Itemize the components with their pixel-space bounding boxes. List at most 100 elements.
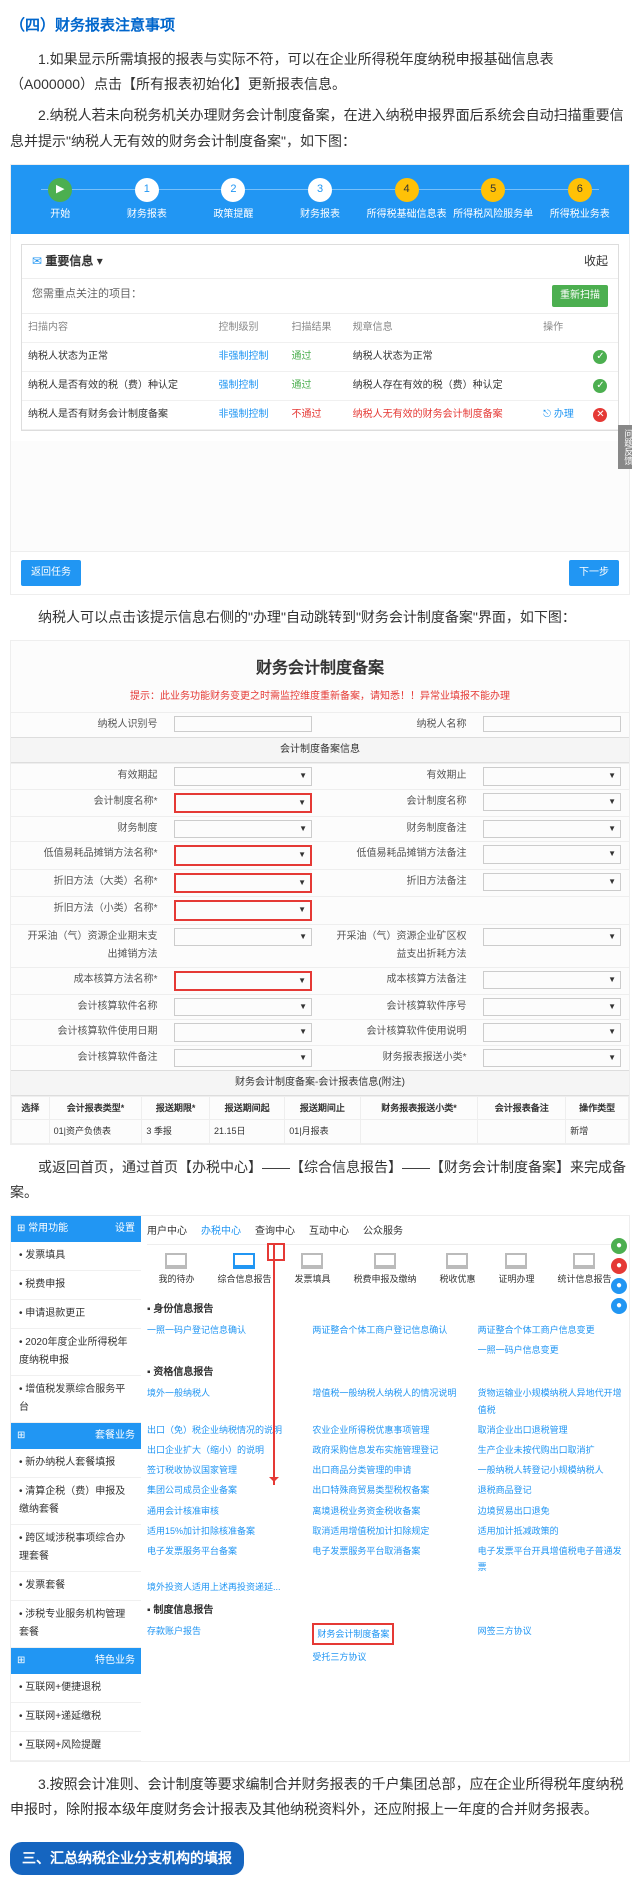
f2-select[interactable]: ▼ — [174, 820, 313, 838]
tab-interact[interactable]: 互动中心 — [309, 1223, 349, 1241]
feedback-tab[interactable]: 问题反馈 — [618, 425, 632, 469]
sidebar-item[interactable]: 申请退款更正 — [11, 1300, 141, 1329]
f2-select[interactable]: ▼ — [174, 873, 313, 893]
link-item[interactable]: 一照一码户登记信息确认 — [147, 1322, 292, 1338]
link-item[interactable]: 两证整合个体工商户登记信息确认 — [312, 1322, 457, 1338]
link-item[interactable]: 出口企业扩大（缩小）的说明 — [147, 1442, 292, 1458]
link-item[interactable]: 电子发票平台开具增值税电子普通发票 — [478, 1543, 623, 1575]
sidebar-item[interactable]: 跨区域涉税事项综合办理套餐 — [11, 1525, 141, 1572]
link-item[interactable] — [147, 1649, 292, 1665]
sidebar-item[interactable]: 发票套餐 — [11, 1572, 141, 1601]
sidebar-item[interactable]: 发票填具 — [11, 1242, 141, 1271]
f2-select[interactable]: ▼ — [483, 971, 622, 989]
f2-select[interactable]: ▼ — [483, 873, 622, 891]
sidebar-item[interactable]: 新办纳税人套餐填报 — [11, 1449, 141, 1478]
float-icon[interactable]: ● — [611, 1238, 627, 1254]
link-item-highlighted[interactable]: 财务会计制度备案 — [312, 1623, 457, 1645]
link-item[interactable]: 取消企业出口退税管理 — [478, 1422, 623, 1438]
link-item[interactable]: 出口商品分类管理的申请 — [312, 1462, 457, 1478]
link-item[interactable]: 通用会计核准审核 — [147, 1503, 292, 1519]
category-icon[interactable]: 税费申报及缴纳 — [353, 1253, 416, 1287]
sidebar-item[interactable]: 税费申报 — [11, 1271, 141, 1300]
sidebar-item[interactable]: 互联网+便捷退税 — [11, 1674, 141, 1703]
link-item[interactable]: 电子发票服务平台备案 — [147, 1543, 292, 1575]
float-icon[interactable]: ● — [611, 1278, 627, 1294]
link-item[interactable]: 受托三方协议 — [312, 1649, 457, 1665]
link-item[interactable]: 境外投资人适用上述再投资递延... — [147, 1579, 292, 1595]
f2-td: 01|月报表 — [285, 1120, 360, 1143]
link-item[interactable]: 农业企业所得税优惠事项管理 — [312, 1422, 457, 1438]
link-item[interactable]: 出口特殊商贸易类型税权备案 — [312, 1482, 457, 1498]
link-item[interactable]: 境外一般纳税人 — [147, 1385, 292, 1417]
sidebar-item[interactable]: 互联网+递延缴税 — [11, 1703, 141, 1732]
category-icon[interactable]: 证明办理 — [498, 1253, 534, 1287]
sidebar-item[interactable]: 涉税专业服务机构管理套餐 — [11, 1601, 141, 1648]
sidebar-item[interactable]: 2020年度企业所得税年度纳税申报 — [11, 1329, 141, 1376]
f2-td — [12, 1120, 50, 1143]
para-5: 3.按照会计准则、会计制度等要求编制合并财务报表的千户集团总部，应在企业所得税年… — [10, 1772, 630, 1822]
category-icon[interactable]: 税收优惠 — [439, 1253, 475, 1287]
f2-select[interactable]: ▼ — [483, 793, 622, 811]
f2-select[interactable]: ▼ — [174, 1023, 313, 1041]
monitor-icon — [374, 1253, 396, 1269]
f2-select[interactable]: ▼ — [174, 767, 313, 785]
sidebar-item[interactable]: 增值税发票综合服务平台 — [11, 1376, 141, 1423]
f2-select[interactable]: ▼ — [174, 793, 313, 813]
settings-link[interactable]: 设置 — [115, 1220, 135, 1238]
f2-select[interactable]: ▼ — [174, 971, 313, 991]
link-item[interactable]: 政府采购信息发布实施管理登记 — [312, 1442, 457, 1458]
link-item[interactable] — [147, 1342, 292, 1358]
sidebar-item[interactable]: 清算企税（费）申报及缴纳套餐 — [11, 1478, 141, 1525]
link-item[interactable]: 出口（免）税企业纳税情况的说明 — [147, 1422, 292, 1438]
f2-select[interactable]: ▼ — [174, 845, 313, 865]
f2-select[interactable]: ▼ — [174, 998, 313, 1016]
link-item[interactable]: 适用加计抵减政策的 — [478, 1523, 623, 1539]
category-icon[interactable]: 发票填具 — [294, 1253, 330, 1287]
f2-select[interactable]: ▼ — [174, 1049, 313, 1067]
link-item[interactable]: 存款账户报告 — [147, 1623, 292, 1645]
sidebar-item[interactable]: 互联网+风险提醒 — [11, 1732, 141, 1761]
link-item[interactable]: 适用15%加计扣除核准备案 — [147, 1523, 292, 1539]
tab-query[interactable]: 查询中心 — [255, 1223, 295, 1241]
link-item[interactable]: 取消适用增值税加计扣除规定 — [312, 1523, 457, 1539]
f2-select[interactable]: ▼ — [174, 928, 313, 946]
f2-select[interactable]: ▼ — [483, 998, 622, 1016]
back-button[interactable]: 返回任务 — [21, 560, 81, 586]
category-icon[interactable]: 综合信息报告 — [217, 1253, 271, 1287]
f2-select[interactable]: ▼ — [483, 928, 622, 946]
link-item[interactable]: 电子发票服务平台取消备案 — [312, 1543, 457, 1575]
f2-select[interactable]: ▼ — [483, 820, 622, 838]
float-icon[interactable]: ● — [611, 1258, 627, 1274]
link-item[interactable]: 一般纳税人转登记小规模纳税人 — [478, 1462, 623, 1478]
link-item[interactable]: 货物运输业小规模纳税人异地代开增值税 — [478, 1385, 623, 1417]
taxpayer-name-field[interactable] — [483, 716, 622, 732]
link-item[interactable]: 退税商品登记 — [478, 1482, 623, 1498]
link-item[interactable]: 增值税一般纳税人纳税人的情况说明 — [312, 1385, 457, 1417]
f2-select[interactable]: ▼ — [483, 1023, 622, 1041]
link-item[interactable]: 生产企业未按代购出口取消扩 — [478, 1442, 623, 1458]
link-item[interactable]: 一照一码户信息变更 — [478, 1342, 623, 1358]
f2-select[interactable]: ▼ — [483, 1049, 622, 1067]
collapse-link[interactable]: 收起 — [584, 251, 608, 273]
category-icon[interactable]: 我的待办 — [158, 1253, 194, 1287]
handle-link[interactable]: ⎋ 办理 — [537, 401, 587, 430]
f2-select[interactable]: ▼ — [483, 845, 622, 863]
step-5-label: 所得税基础信息表 — [363, 206, 450, 224]
taxpayer-id-field[interactable] — [174, 716, 313, 732]
f2-select[interactable]: ▼ — [483, 767, 622, 785]
link-item[interactable]: 网签三方协议 — [478, 1623, 623, 1645]
tab-public[interactable]: 公众服务 — [363, 1223, 403, 1241]
next-button[interactable]: 下一步 — [569, 560, 619, 586]
link-item[interactable]: 两证整合个体工商户信息变更 — [478, 1322, 623, 1338]
category-icon[interactable]: 统计信息报告 — [557, 1253, 611, 1287]
link-item[interactable]: 边境贸易出口退免 — [478, 1503, 623, 1519]
rescan-button[interactable]: 重新扫描 — [552, 285, 608, 307]
tab-user[interactable]: 用户中心 — [147, 1223, 187, 1241]
table-row: 纳税人状态为正常非强制控制通过纳税人状态为正常✓ — [22, 343, 618, 372]
f2-select[interactable]: ▼ — [174, 900, 313, 920]
link-item[interactable] — [312, 1342, 457, 1358]
tab-tax-center[interactable]: 办税中心 — [201, 1223, 241, 1241]
link-item[interactable]: 离境退税业务资金税收备案 — [312, 1503, 457, 1519]
section-4-heading: （四）财务报表注意事项 — [10, 12, 630, 39]
float-icon[interactable]: ● — [611, 1298, 627, 1314]
